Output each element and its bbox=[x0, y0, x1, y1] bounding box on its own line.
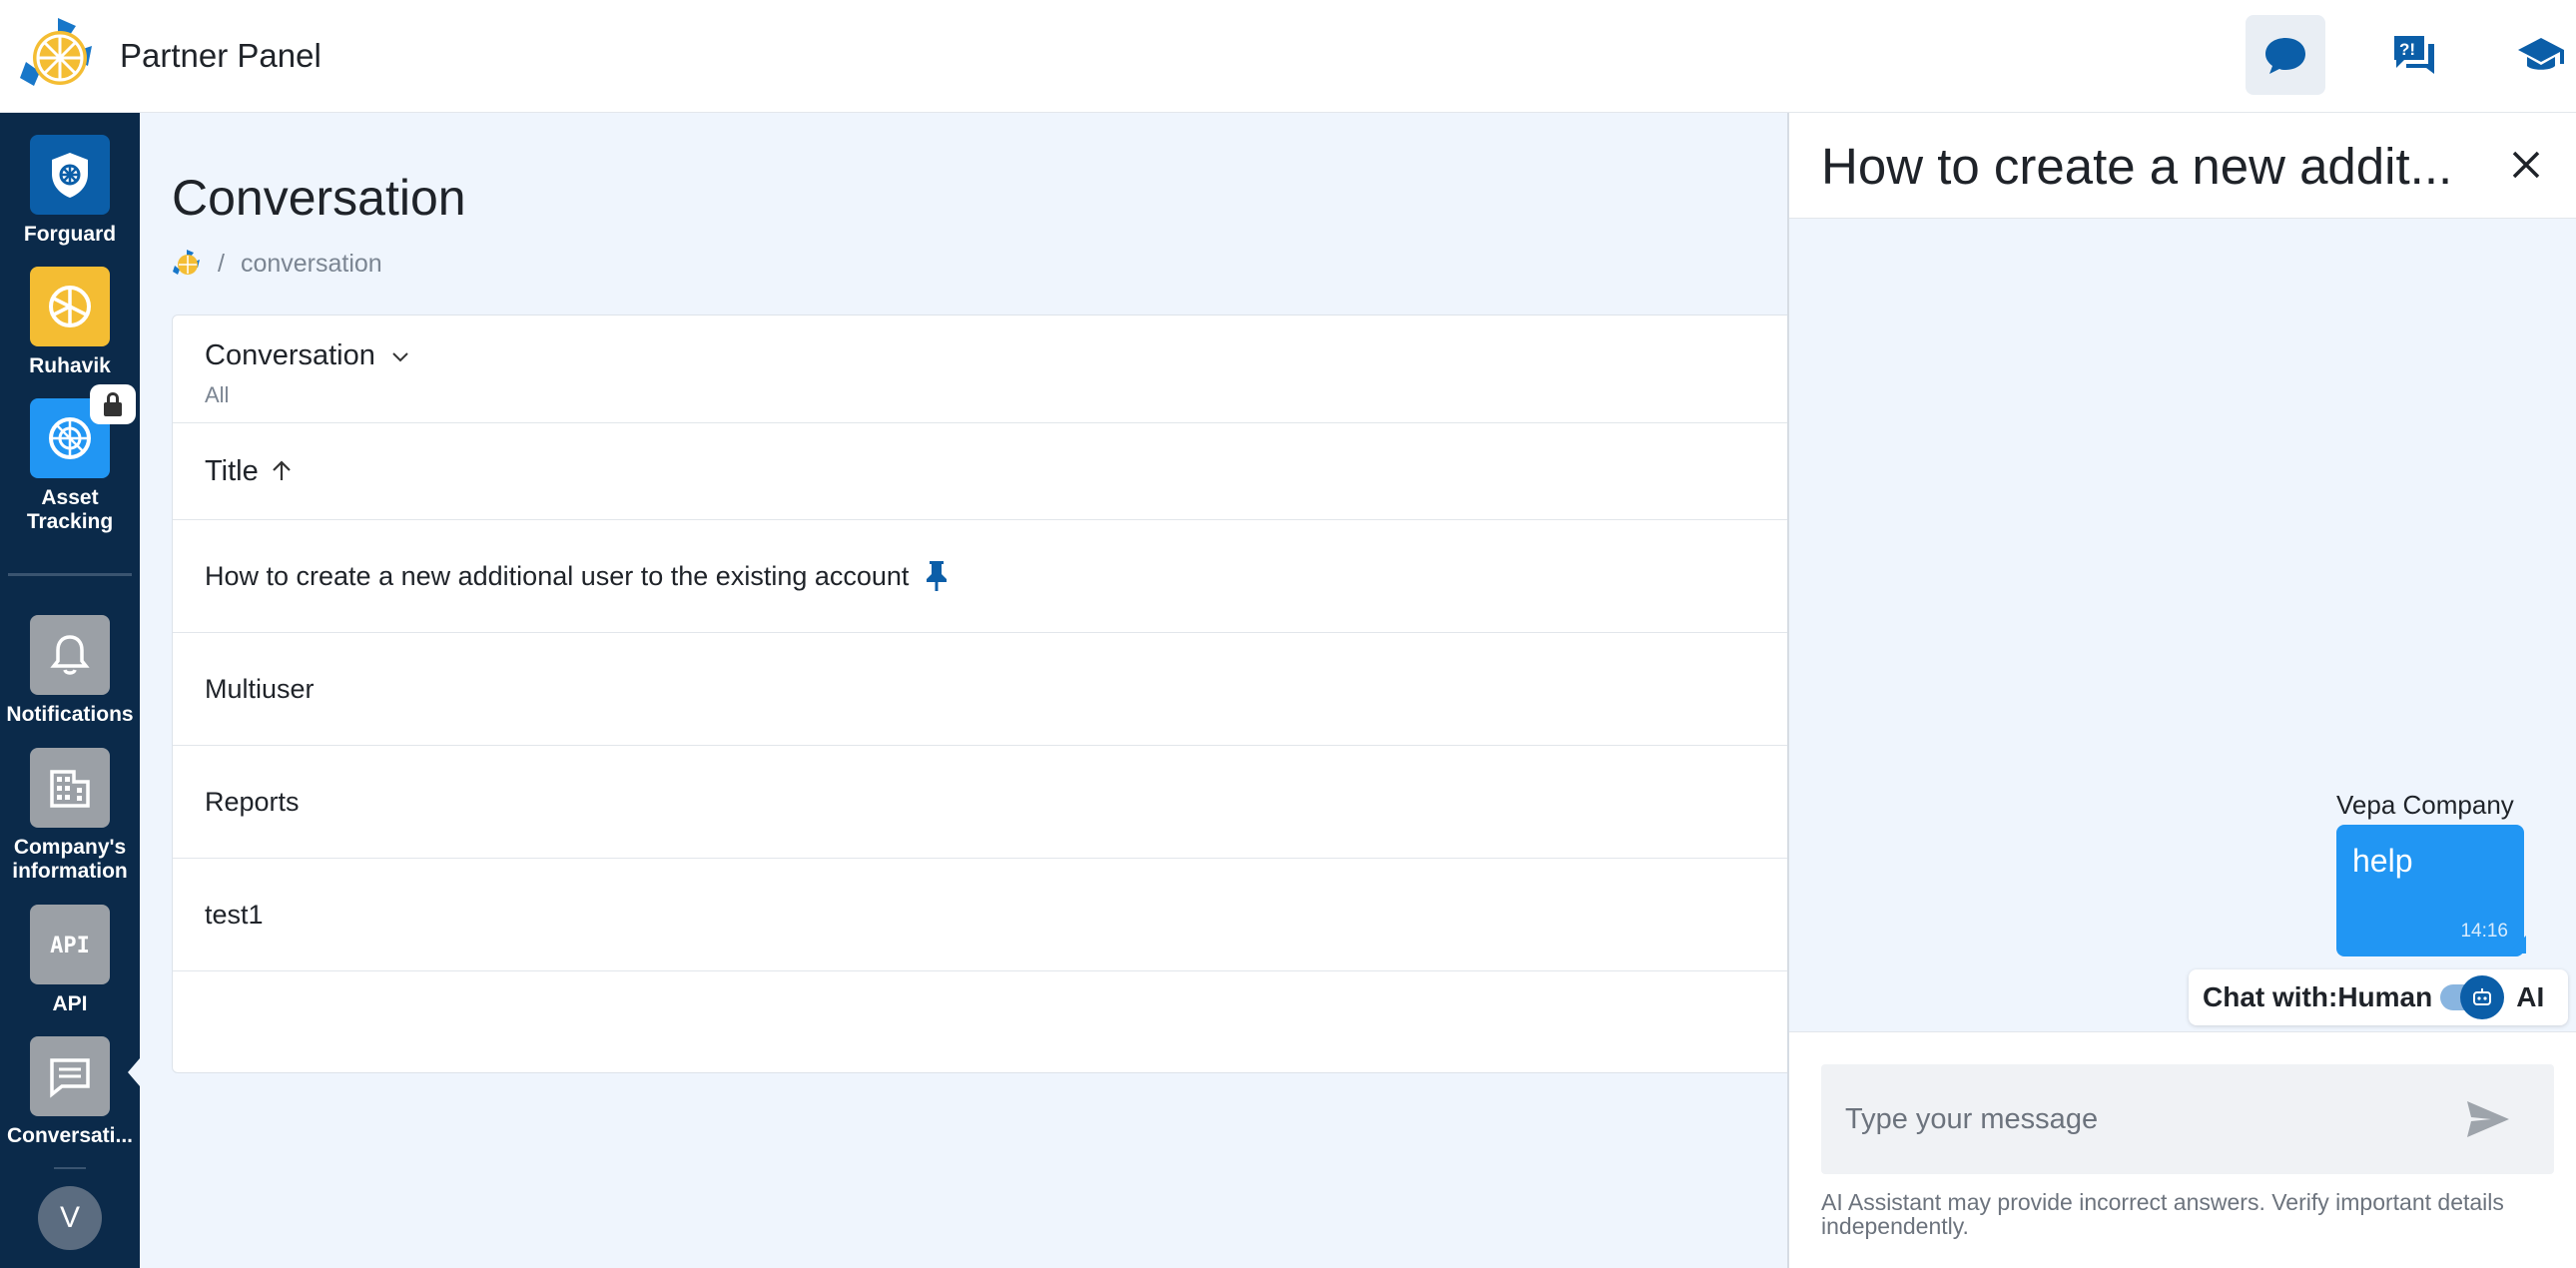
chat-bubble-icon bbox=[2265, 38, 2305, 74]
human-ai-switch[interactable] bbox=[2440, 975, 2505, 1019]
shield-icon bbox=[52, 153, 88, 198]
top-bar: Partner Panel ?! bbox=[0, 0, 2576, 113]
chat-with-label: Chat with: bbox=[2203, 981, 2338, 1012]
sidebar-item-ruhavik[interactable]: Ruhavik bbox=[0, 267, 140, 378]
sidebar-divider bbox=[8, 573, 132, 576]
lock-icon bbox=[104, 392, 122, 416]
chat-header: How to create a new addit... bbox=[1789, 113, 2576, 219]
message-input-box bbox=[1821, 1064, 2554, 1174]
building-icon bbox=[50, 770, 90, 808]
sidebar-item-company-information[interactable]: Company's information bbox=[0, 748, 140, 884]
home-logo-icon[interactable] bbox=[172, 249, 202, 279]
api-icon: API bbox=[50, 934, 90, 958]
column-label: Title bbox=[205, 454, 259, 487]
breadcrumb: / conversation bbox=[172, 249, 382, 279]
table-row[interactable]: Reports bbox=[173, 746, 1808, 859]
bell-icon bbox=[50, 635, 90, 675]
chat-footer: AI Assistant may provide incorrect answe… bbox=[1789, 1031, 2576, 1268]
sidebar: Forguard Ruhavik Asset Tracking Notifica… bbox=[0, 113, 140, 1268]
asset-tracking-icon bbox=[49, 417, 91, 459]
conversation-tile bbox=[30, 1036, 110, 1116]
table-row[interactable]: Multiuser bbox=[173, 633, 1808, 746]
message-input[interactable] bbox=[1845, 1094, 2424, 1144]
sidebar-item-forguard[interactable]: Forguard bbox=[0, 135, 140, 247]
sidebar-item-label: Company's information bbox=[12, 836, 128, 883]
svg-text:?!: ?! bbox=[2399, 40, 2415, 59]
chevron-down-icon bbox=[392, 351, 408, 361]
graduation-cap-icon bbox=[2518, 38, 2564, 70]
pin-icon[interactable] bbox=[923, 559, 951, 593]
message-bubble: help 14:16 bbox=[2336, 825, 2524, 956]
sidebar-item-label: Asset Tracking bbox=[26, 486, 114, 533]
ai-disclaimer: AI Assistant may provide incorrect answe… bbox=[1821, 1189, 2504, 1239]
title-column-header[interactable]: Title bbox=[173, 423, 1808, 520]
faq-button[interactable]: ?! bbox=[2373, 15, 2453, 95]
row-title: Reports bbox=[205, 786, 300, 817]
sort-ascending-icon bbox=[272, 460, 291, 480]
message-tail bbox=[2508, 936, 2526, 953]
send-icon bbox=[2467, 1101, 2509, 1137]
close-button[interactable] bbox=[2500, 139, 2552, 191]
chat-button[interactable] bbox=[2246, 15, 2325, 95]
faq-icon: ?! bbox=[2394, 36, 2434, 74]
close-icon bbox=[2512, 151, 2540, 179]
conversation-filter-dropdown[interactable]: Conversation bbox=[205, 339, 1776, 372]
api-tile: API bbox=[30, 905, 110, 984]
message-sender: Vepa Company bbox=[2336, 790, 2514, 820]
row-title: How to create a new additional user to t… bbox=[205, 560, 910, 591]
breadcrumb-current: conversation bbox=[240, 249, 382, 278]
active-pointer bbox=[128, 1058, 140, 1086]
main-content: Conversation / conversation Conversation… bbox=[140, 113, 1809, 1268]
ruhavik-logo-icon bbox=[49, 286, 91, 327]
toggle-knob bbox=[2460, 975, 2505, 1019]
sidebar-item-notifications[interactable]: Notifications bbox=[0, 615, 140, 727]
filter-title: Conversation bbox=[205, 339, 375, 371]
conversation-table-card: Conversation All Title How to create a n… bbox=[172, 315, 1809, 1073]
filter-header: Conversation All bbox=[173, 316, 1808, 423]
sidebar-item-api[interactable]: API API bbox=[0, 905, 140, 1016]
conversation-icon bbox=[50, 1058, 90, 1098]
learning-button[interactable] bbox=[2501, 15, 2576, 95]
page-title: Conversation bbox=[172, 170, 466, 226]
filter-subtitle: All bbox=[205, 382, 230, 407]
user-avatar[interactable]: V bbox=[38, 1186, 102, 1250]
sidebar-item-conversation[interactable]: Conversati... bbox=[0, 1036, 140, 1148]
svg-text:API: API bbox=[50, 934, 90, 958]
message-time: 14:16 bbox=[2460, 921, 2508, 942]
breadcrumb-separator: / bbox=[218, 249, 225, 278]
message-text: help bbox=[2352, 843, 2413, 879]
sidebar-item-label: Notifications bbox=[6, 703, 134, 726]
sidebar-item-label: Forguard bbox=[23, 223, 117, 246]
send-button[interactable] bbox=[2460, 1094, 2516, 1144]
sidebar-item-label: API bbox=[52, 992, 88, 1015]
sidebar-divider bbox=[54, 1167, 86, 1169]
robot-icon bbox=[2473, 988, 2492, 1005]
table-row[interactable]: test1 bbox=[173, 859, 1808, 971]
lock-badge bbox=[90, 384, 136, 424]
chat-with-human[interactable]: Human bbox=[2337, 981, 2432, 1013]
forguard-tile bbox=[30, 135, 110, 215]
row-title: test1 bbox=[205, 899, 264, 930]
notifications-tile bbox=[30, 615, 110, 695]
row-title: Multiuser bbox=[205, 673, 315, 704]
chat-title: How to create a new addit... bbox=[1821, 138, 2453, 195]
sidebar-item-label: Conversati... bbox=[6, 1124, 134, 1147]
brand[interactable]: Partner Panel bbox=[18, 16, 322, 96]
chat-with-toggle: Chat with: Human AI bbox=[2189, 969, 2568, 1025]
table-row[interactable]: How to create a new additional user to t… bbox=[173, 520, 1808, 633]
ruhavik-tile bbox=[30, 267, 110, 346]
app-title: Partner Panel bbox=[120, 37, 322, 74]
chat-panel: How to create a new addit... Vepa Compan… bbox=[1787, 113, 2576, 1268]
chat-with-ai[interactable]: AI bbox=[2516, 981, 2544, 1013]
sidebar-item-label: Ruhavik bbox=[29, 354, 111, 377]
company-tile bbox=[30, 748, 110, 828]
navixy-logo-icon bbox=[20, 18, 92, 86]
